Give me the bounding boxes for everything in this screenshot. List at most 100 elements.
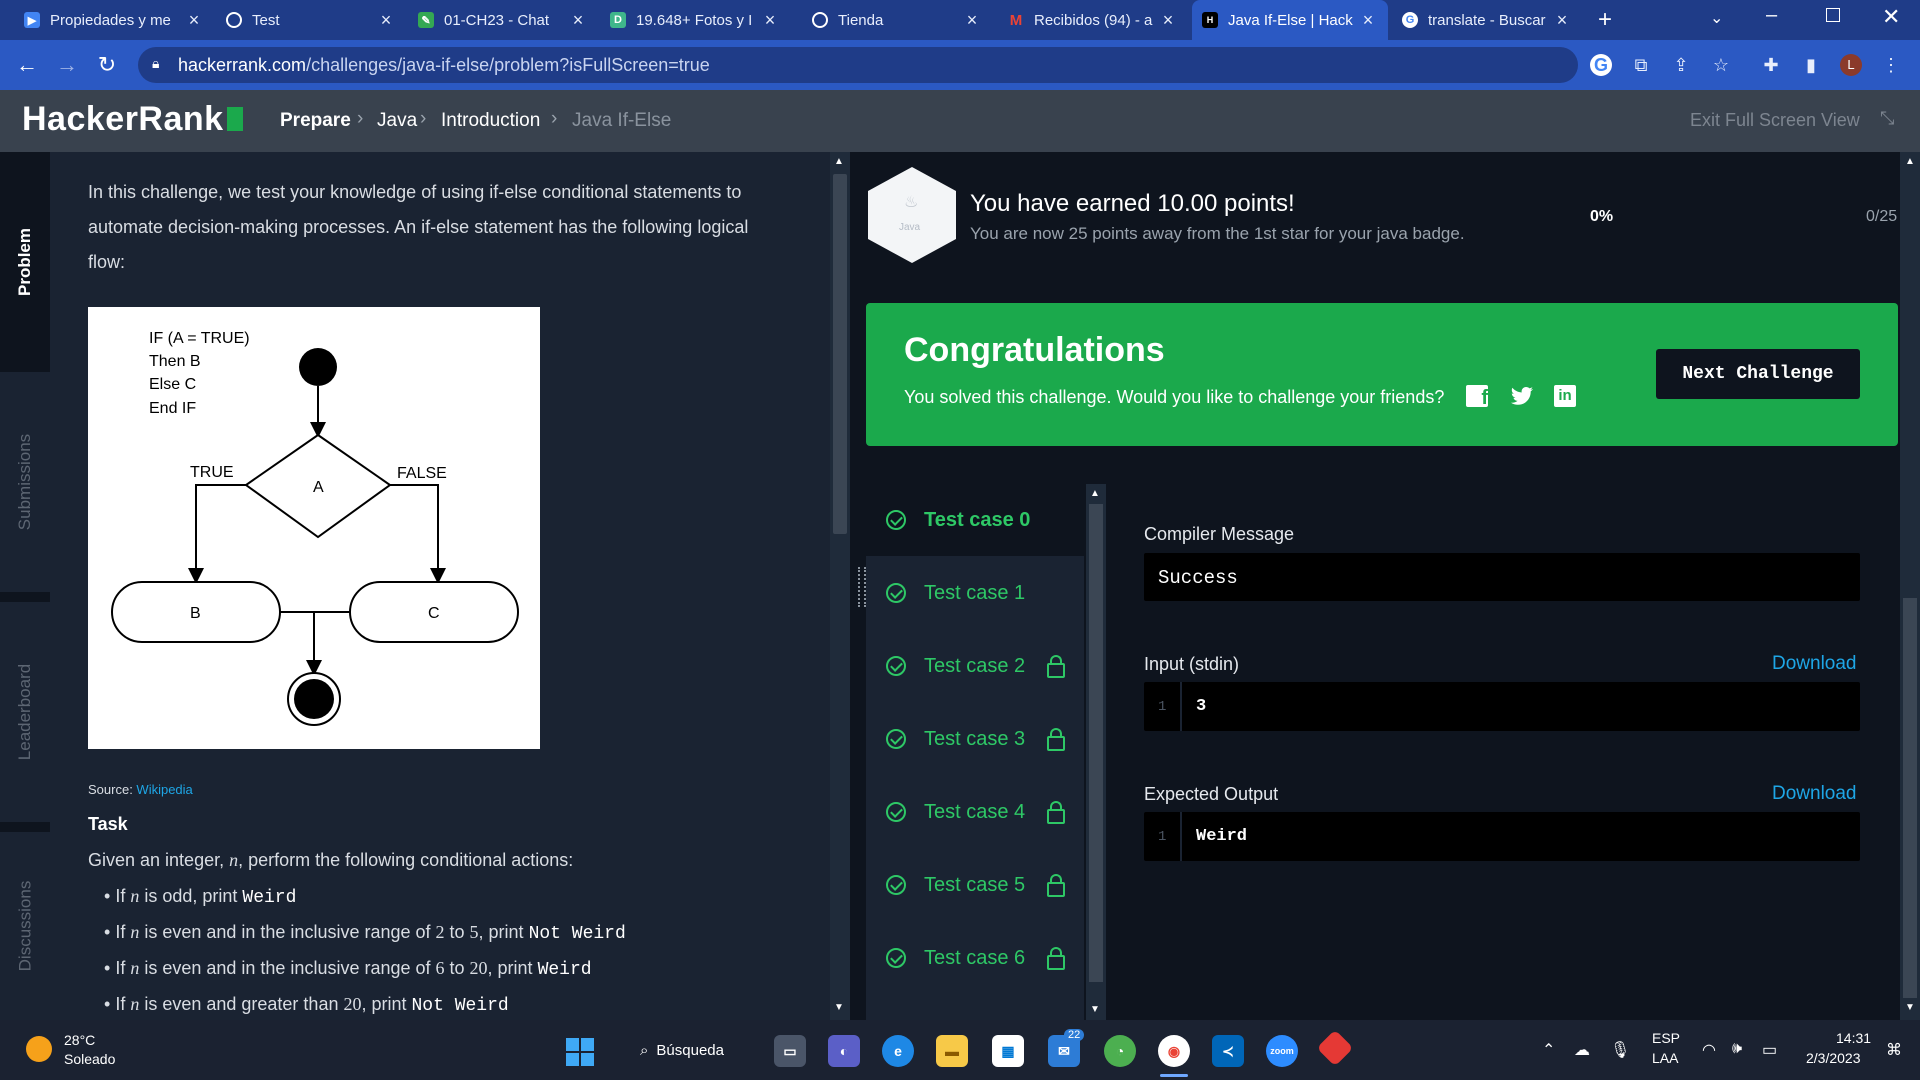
breadcrumb-prepare[interactable]: Prepare	[280, 110, 351, 132]
testcase-item-6[interactable]: Test case 6	[866, 922, 1084, 994]
tab-search-icon[interactable]: ⌄	[1710, 8, 1723, 28]
clock-date[interactable]: 2/3/2023	[1806, 1050, 1861, 1066]
weather-sun-icon[interactable]	[26, 1036, 52, 1062]
google-icon[interactable]: G	[1590, 54, 1612, 76]
node-b-label: B	[190, 605, 201, 622]
chat-icon: ✎	[418, 12, 434, 28]
collapse-icon[interactable]: ⤡	[1880, 108, 1894, 129]
zoom-icon[interactable]: zoom	[1266, 1035, 1298, 1067]
address-bar[interactable]: 🔒︎ hackerrank.com/challenges/java-if-els…	[138, 47, 1578, 83]
scroll-up-icon[interactable]: ▲	[1905, 156, 1915, 167]
testcase-scrollbar[interactable]: ▲ ▼	[1086, 484, 1106, 1020]
testcase-item-5[interactable]: Test case 5	[866, 849, 1084, 921]
close-window-icon[interactable]: ✕	[1882, 4, 1900, 30]
close-tab-icon[interactable]: ×	[568, 10, 588, 31]
close-tab-icon[interactable]: ×	[1358, 10, 1378, 31]
next-challenge-button[interactable]: Next Challenge	[1656, 349, 1860, 399]
download-input-link[interactable]: Download	[1772, 653, 1857, 675]
testcase-item-4[interactable]: Test case 4	[866, 776, 1084, 848]
linkedin-icon[interactable]: in	[1554, 385, 1576, 407]
drag-handle[interactable]	[858, 567, 866, 607]
microphone-icon[interactable]: 🎙︎	[1610, 1040, 1630, 1060]
browser-tab[interactable]: Test ×	[216, 0, 406, 40]
close-tab-icon[interactable]: ×	[1552, 10, 1572, 31]
close-tab-icon[interactable]: ×	[760, 10, 780, 31]
keyboard-language[interactable]: ESP	[1652, 1030, 1680, 1046]
extensions-icon[interactable]: ✚	[1760, 54, 1782, 76]
facebook-icon[interactable]: f	[1466, 385, 1488, 407]
browser-tab[interactable]: M Recibidos (94) - a ×	[998, 0, 1188, 40]
breadcrumb-java[interactable]: Java	[377, 110, 417, 132]
restore-icon[interactable]	[1826, 8, 1840, 22]
minimize-icon[interactable]: –	[1766, 4, 1777, 27]
points-remaining-text: You are now 25 points away from the 1st …	[970, 224, 1465, 243]
expected-output-box: 1 Weird	[1144, 812, 1860, 861]
scroll-up-icon[interactable]: ▲	[1090, 488, 1100, 499]
tab-discussions[interactable]: Discussions	[0, 832, 50, 1020]
page-scrollbar[interactable]: ▲ ▼	[1900, 152, 1920, 1020]
notifications-icon[interactable]: ⌘	[1886, 1040, 1902, 1060]
scroll-down-icon[interactable]: ▼	[1090, 1004, 1100, 1015]
profile-avatar[interactable]: L	[1840, 54, 1862, 76]
reload-icon[interactable]: ↻	[92, 52, 122, 78]
scroll-down-icon[interactable]: ▼	[1905, 1002, 1915, 1013]
task-view-icon[interactable]: ▭	[774, 1035, 806, 1067]
vscode-icon[interactable]: ≺	[1212, 1035, 1244, 1067]
back-icon[interactable]: ←	[12, 52, 42, 78]
close-tab-icon[interactable]: ×	[376, 10, 396, 31]
close-tab-icon[interactable]: ×	[962, 10, 982, 31]
windows-start-icon[interactable]	[566, 1038, 594, 1066]
testcase-item-1[interactable]: Test case 1	[866, 557, 1084, 629]
scrollbar-thumb[interactable]	[1089, 504, 1103, 982]
browser-tab[interactable]: ▶ Propiedades y me ×	[14, 0, 214, 40]
browser-tab[interactable]: G translate - Buscar ×	[1392, 0, 1582, 40]
close-tab-icon[interactable]: ×	[184, 10, 204, 31]
translate-icon[interactable]: ⧉	[1630, 54, 1652, 76]
source-link[interactable]: Wikipedia	[136, 782, 192, 797]
keyboard-layout[interactable]: LAA	[1652, 1050, 1678, 1066]
clock-time[interactable]: 14:31	[1836, 1030, 1871, 1046]
tab-problem[interactable]: Problem	[0, 152, 50, 372]
download-output-link[interactable]: Download	[1772, 783, 1857, 805]
share-icon[interactable]: ⇪	[1670, 54, 1692, 76]
onedrive-icon[interactable]: ☁	[1574, 1040, 1590, 1060]
problem-scrollbar[interactable]: ▲ ▼	[830, 152, 850, 1020]
testcase-item-0[interactable]: Test case 0	[866, 484, 1084, 556]
battery-icon[interactable]: ▭	[1762, 1040, 1777, 1060]
check-circle-icon	[886, 948, 906, 968]
line-number: 1	[1158, 829, 1167, 845]
testcase-item-3[interactable]: Test case 3	[866, 703, 1084, 775]
browser-tab-active[interactable]: H Java If-Else | Hack ×	[1192, 0, 1388, 40]
wifi-icon[interactable]: ◠	[1702, 1040, 1716, 1060]
browser-tab[interactable]: Tienda ×	[802, 0, 992, 40]
scroll-down-icon[interactable]: ▼	[834, 1002, 844, 1013]
volume-icon[interactable]: 🕪︎	[1732, 1040, 1742, 1058]
browser-tab[interactable]: D 19.648+ Fotos y I ×	[600, 0, 790, 40]
microsoft-store-icon[interactable]: ▦	[992, 1035, 1024, 1067]
menu-kebab-icon[interactable]: ⋮	[1880, 54, 1902, 76]
show-hidden-icons[interactable]: ⌃	[1542, 1040, 1555, 1060]
bookmark-star-icon[interactable]: ☆	[1710, 54, 1732, 76]
new-tab-icon[interactable]: +	[1598, 6, 1612, 34]
hackerrank-logo[interactable]: HackerRank	[22, 100, 243, 139]
side-panel-icon[interactable]: ▮	[1800, 54, 1822, 76]
tab-leaderboard[interactable]: Leaderboard	[0, 602, 50, 822]
teams-chat-icon[interactable]: ◐	[828, 1035, 860, 1067]
tab-submissions[interactable]: Submissions	[0, 372, 50, 592]
testcase-item-2[interactable]: Test case 2	[866, 630, 1084, 702]
chrome-icon[interactable]: ◉	[1158, 1035, 1190, 1067]
breadcrumb-introduction[interactable]: Introduction	[441, 110, 540, 132]
exit-fullscreen-link[interactable]: Exit Full Screen View	[1690, 110, 1860, 131]
file-explorer-icon[interactable]: ▬	[936, 1035, 968, 1067]
taskbar-search[interactable]: ⌕ Búsqueda	[622, 1032, 752, 1068]
scroll-up-icon[interactable]: ▲	[834, 156, 844, 167]
close-tab-icon[interactable]: ×	[1158, 10, 1178, 31]
browser-tab[interactable]: ✎ 01-CH23 - Chat ×	[408, 0, 598, 40]
whatsapp-like-icon[interactable]: ◔	[1104, 1035, 1136, 1067]
edge-icon[interactable]: e	[882, 1035, 914, 1067]
scrollbar-thumb[interactable]	[1903, 598, 1917, 998]
twitter-icon[interactable]	[1510, 387, 1534, 407]
scrollbar-thumb[interactable]	[833, 174, 847, 534]
weather-condition: Soleado	[64, 1051, 116, 1067]
forward-icon[interactable]: →	[52, 52, 82, 78]
